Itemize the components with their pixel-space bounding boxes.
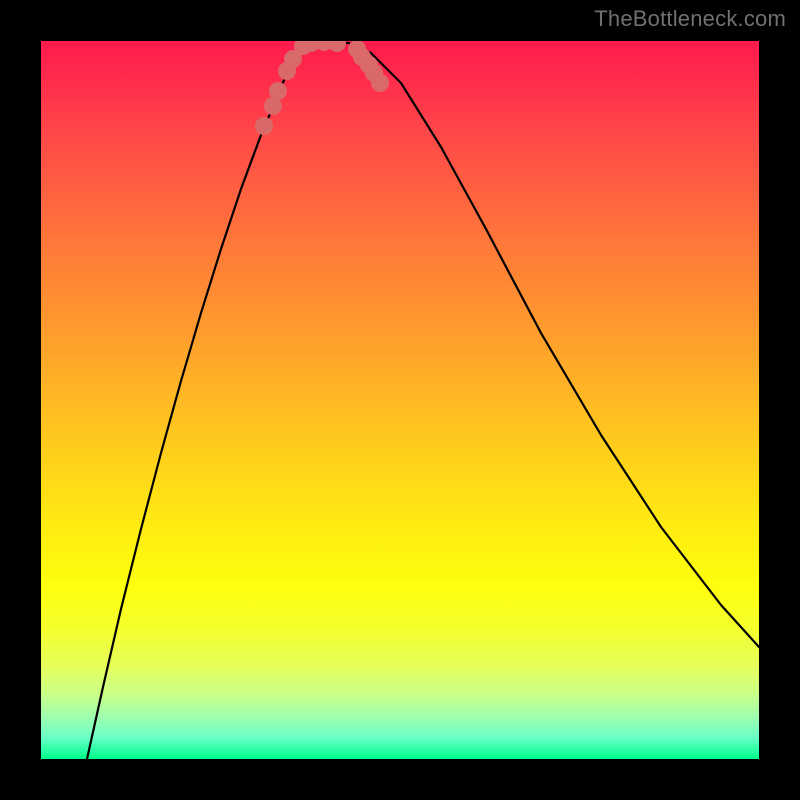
plot-area	[41, 41, 759, 759]
bottleneck-curve	[87, 41, 759, 759]
watermark-text: TheBottleneck.com	[594, 6, 786, 32]
chart-frame: TheBottleneck.com	[0, 0, 800, 800]
highlight-dots-left	[269, 82, 287, 100]
highlight-dots-left	[255, 117, 273, 135]
highlight-dots-right	[371, 74, 389, 92]
highlight-markers	[255, 41, 389, 135]
curve-layer	[41, 41, 759, 759]
highlight-dots-bottom	[328, 41, 346, 52]
